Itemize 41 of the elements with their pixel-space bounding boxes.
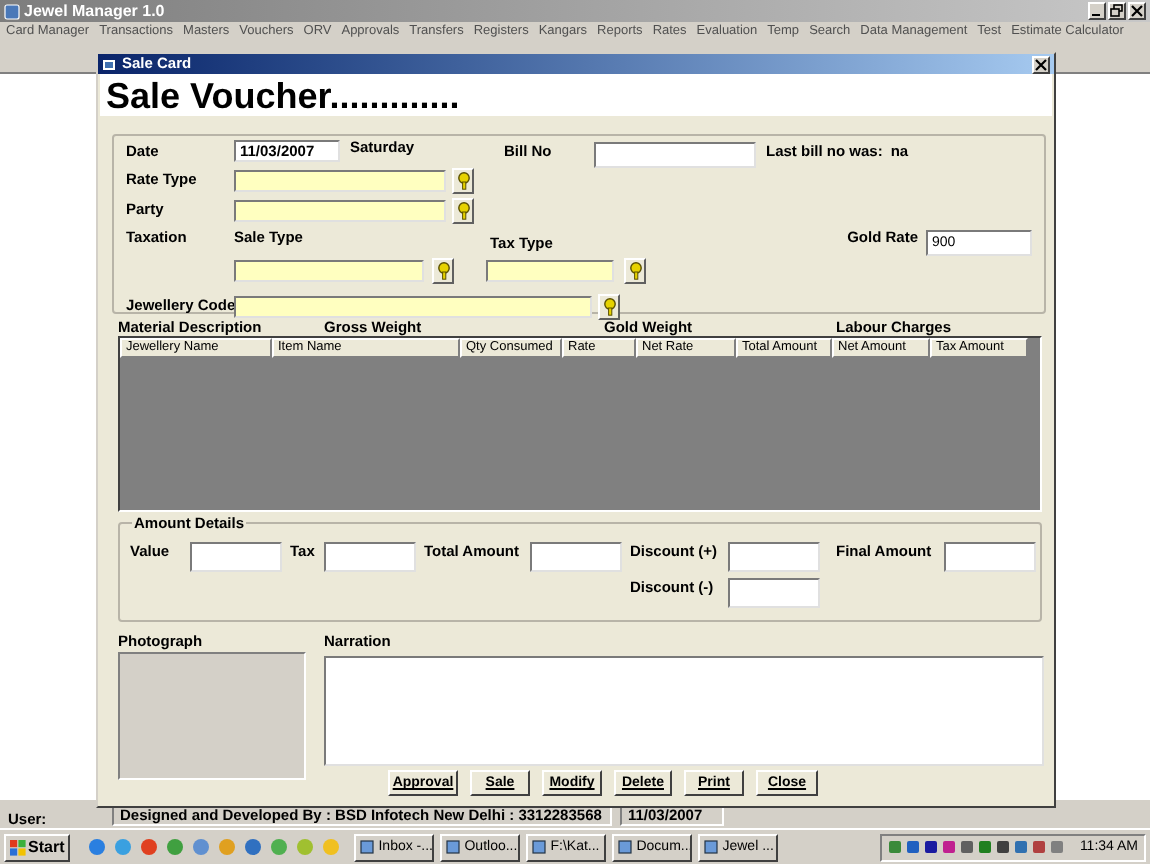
close-icon [1130, 4, 1144, 18]
key-icon [601, 297, 617, 315]
jewellery-code-field[interactable] [234, 295, 592, 317]
key-icon [435, 262, 451, 280]
party-field[interactable] [234, 199, 446, 221]
app-icon [4, 3, 20, 19]
amount-field[interactable] [324, 542, 416, 572]
key-icon [455, 171, 471, 189]
lookup-button[interactable] [452, 167, 474, 193]
amount-field[interactable] [728, 578, 820, 608]
amount-field[interactable] [190, 542, 282, 572]
window-icon [446, 840, 461, 854]
close-button[interactable] [1032, 55, 1050, 73]
close-button[interactable] [1128, 2, 1146, 20]
lookup-button[interactable] [452, 197, 474, 223]
restore-icon [1110, 4, 1124, 18]
window-icon [704, 840, 719, 854]
start-button[interactable]: Start [4, 833, 71, 861]
lookup-button[interactable] [624, 258, 646, 284]
window-icon [360, 840, 375, 854]
restore-button[interactable] [1108, 2, 1126, 20]
form-icon [102, 57, 116, 71]
close-icon [1034, 57, 1048, 71]
window-icon [532, 840, 547, 854]
window-title: Jewel Manager 1.0 [24, 3, 165, 19]
amount-field[interactable] [944, 542, 1036, 572]
amount-field[interactable] [728, 542, 820, 572]
sale-type-field[interactable] [234, 260, 424, 282]
amount-field[interactable] [530, 542, 622, 572]
voucher-heading: Sale Voucher............. [106, 77, 460, 113]
bill-no-field[interactable] [594, 142, 756, 168]
windows-logo-icon [10, 839, 26, 855]
lookup-button[interactable] [432, 258, 454, 284]
minimize-button[interactable] [1088, 2, 1106, 20]
key-icon [627, 262, 643, 280]
rate-type-field[interactable] [234, 169, 446, 191]
narration-field[interactable] [324, 656, 1044, 766]
tax-type-field[interactable] [486, 260, 614, 282]
key-icon [455, 201, 471, 219]
lookup-button[interactable] [598, 293, 620, 319]
window-icon [618, 840, 633, 854]
